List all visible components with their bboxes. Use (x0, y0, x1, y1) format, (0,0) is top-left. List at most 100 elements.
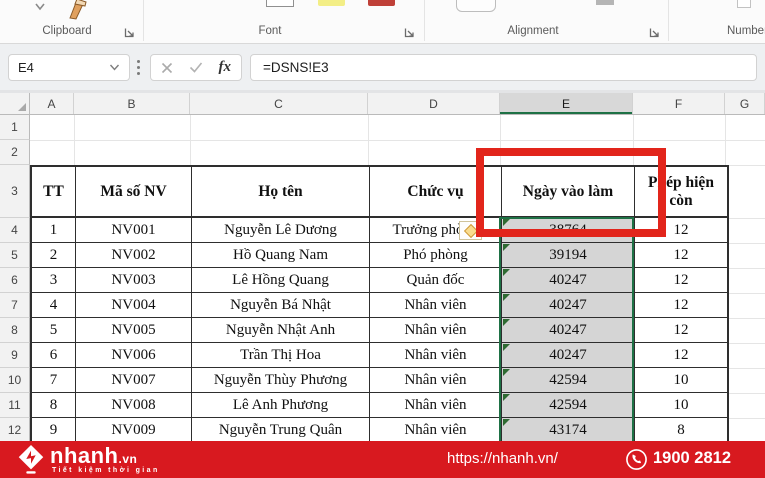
cell-F12[interactable]: 8 (635, 418, 727, 441)
formula-bar-resize-handle[interactable] (137, 60, 140, 63)
row-header-5[interactable]: 5 (0, 243, 30, 268)
row-header-9[interactable]: 9 (0, 343, 30, 368)
cell-C4[interactable]: Nguyễn Lê Dương (192, 218, 370, 243)
row-header-6[interactable]: 6 (0, 268, 30, 293)
cell-D7[interactable]: Nhân viên (370, 293, 502, 318)
header-cell-C3[interactable]: Họ tên (192, 167, 370, 218)
row-header-11[interactable]: 11 (0, 393, 30, 418)
insert-function-button[interactable]: fx (219, 59, 232, 76)
cell-E10[interactable]: 42594 (502, 368, 635, 393)
cell-B5[interactable]: NV002 (76, 243, 192, 268)
cell-D10[interactable]: Nhân viên (370, 368, 502, 393)
cell-F6[interactable]: 12 (635, 268, 727, 293)
cell-A10[interactable]: 7 (32, 368, 76, 393)
clipboard-dialog-launcher-icon[interactable] (124, 27, 135, 38)
row-header-2[interactable]: 2 (0, 140, 30, 165)
column-header-B[interactable]: B (74, 93, 190, 114)
cell-F4[interactable]: 12 (635, 218, 727, 243)
row-header-1[interactable]: 1 (0, 115, 30, 140)
cell-B8[interactable]: NV005 (76, 318, 192, 343)
cell-A5[interactable]: 2 (32, 243, 76, 268)
cell-F9[interactable]: 12 (635, 343, 727, 368)
cell-D6[interactable]: Quản đốc (370, 268, 502, 293)
cell-F5[interactable]: 12 (635, 243, 727, 268)
cell-D9[interactable]: Nhân viên (370, 343, 502, 368)
fill-color-icon[interactable] (318, 0, 345, 6)
cell-C9[interactable]: Trần Thị Hoa (192, 343, 370, 368)
name-box[interactable]: E4 (8, 54, 130, 81)
borders-icon[interactable] (266, 0, 294, 7)
cell-D12[interactable]: Nhân viên (370, 418, 502, 441)
ribbon-icon-fragment[interactable] (737, 0, 751, 8)
row-header-3[interactable]: 3 (0, 165, 30, 218)
cell-A4[interactable]: 1 (32, 218, 76, 243)
cancel-icon[interactable] (161, 62, 173, 74)
cell-F8[interactable]: 12 (635, 318, 727, 343)
cell-B12[interactable]: NV009 (76, 418, 192, 441)
formula-input[interactable]: =DSNS!E3 (250, 54, 757, 81)
cell-A12[interactable]: 9 (32, 418, 76, 441)
cell-F10[interactable]: 10 (635, 368, 727, 393)
cell-E9[interactable]: 40247 (502, 343, 635, 368)
cell-C6[interactable]: Lê Hồng Quang (192, 268, 370, 293)
paste-dropdown-chevron-icon[interactable] (34, 3, 46, 11)
cell-E5[interactable]: 39194 (502, 243, 635, 268)
row-header-4[interactable]: 4 (0, 218, 30, 243)
name-box-dropdown-icon[interactable] (109, 64, 120, 71)
row-header-7[interactable]: 7 (0, 293, 30, 318)
header-cell-F3[interactable]: Phép hiện còn (635, 167, 727, 218)
cell-A9[interactable]: 6 (32, 343, 76, 368)
row-header-10[interactable]: 10 (0, 368, 30, 393)
cell-E4[interactable]: 38764 (502, 218, 635, 243)
row-header-12[interactable]: 12 (0, 418, 30, 441)
header-cell-E3[interactable]: Ngày vào làm (502, 167, 635, 218)
column-header-F[interactable]: F (633, 93, 725, 114)
cell-E6[interactable]: 40247 (502, 268, 635, 293)
cell-F11[interactable]: 10 (635, 393, 727, 418)
alignment-dialog-launcher-icon[interactable] (649, 27, 660, 38)
row-header-8[interactable]: 8 (0, 318, 30, 343)
cell-B11[interactable]: NV008 (76, 393, 192, 418)
column-header-C[interactable]: C (190, 93, 368, 114)
cell-D8[interactable]: Nhân viên (370, 318, 502, 343)
select-all-button[interactable] (0, 93, 30, 114)
cell-C11[interactable]: Lê Anh Phương (192, 393, 370, 418)
font-color-icon[interactable] (368, 0, 395, 6)
cell-C12[interactable]: Nguyễn Trung Quân (192, 418, 370, 441)
cell-D4[interactable]: Trưởng phòng (370, 218, 502, 243)
column-header-G[interactable]: G (725, 93, 765, 114)
cell-D11[interactable]: Nhân viên (370, 393, 502, 418)
cell-D5[interactable]: Phó phòng (370, 243, 502, 268)
column-header-E[interactable]: E (500, 93, 633, 114)
column-header-D[interactable]: D (368, 93, 500, 114)
cell-F7[interactable]: 12 (635, 293, 727, 318)
footer-url-link[interactable]: https://nhanh.vn/ (447, 450, 558, 467)
cell-E8[interactable]: 40247 (502, 318, 635, 343)
cell-C5[interactable]: Hồ Quang Nam (192, 243, 370, 268)
cell-E12[interactable]: 43174 (502, 418, 635, 441)
format-painter-icon[interactable] (64, 0, 92, 20)
cell-A8[interactable]: 5 (32, 318, 76, 343)
cell-A11[interactable]: 8 (32, 393, 76, 418)
cell-B10[interactable]: NV007 (76, 368, 192, 393)
column-header-A[interactable]: A (30, 93, 74, 114)
cell-C8[interactable]: Nguyễn Nhật Anh (192, 318, 370, 343)
cell-B4[interactable]: NV001 (76, 218, 192, 243)
merge-center-button[interactable] (456, 0, 496, 12)
cell-A7[interactable]: 4 (32, 293, 76, 318)
header-cell-D3[interactable]: Chức vụ (370, 167, 502, 218)
cell-E11[interactable]: 42594 (502, 393, 635, 418)
error-checking-button[interactable] (459, 221, 482, 240)
enter-check-icon[interactable] (189, 62, 203, 73)
cell-E7[interactable]: 40247 (502, 293, 635, 318)
cell-B7[interactable]: NV004 (76, 293, 192, 318)
cell-A6[interactable]: 3 (32, 268, 76, 293)
number-format-icon[interactable] (596, 0, 614, 5)
cell-C7[interactable]: Nguyễn Bá Nhật (192, 293, 370, 318)
header-cell-A3[interactable]: TT (32, 167, 76, 218)
font-dialog-launcher-icon[interactable] (404, 27, 415, 38)
cell-B9[interactable]: NV006 (76, 343, 192, 368)
cell-B6[interactable]: NV003 (76, 268, 192, 293)
cell-C10[interactable]: Nguyễn Thùy Phương (192, 368, 370, 393)
header-cell-B3[interactable]: Mã số NV (76, 167, 192, 218)
